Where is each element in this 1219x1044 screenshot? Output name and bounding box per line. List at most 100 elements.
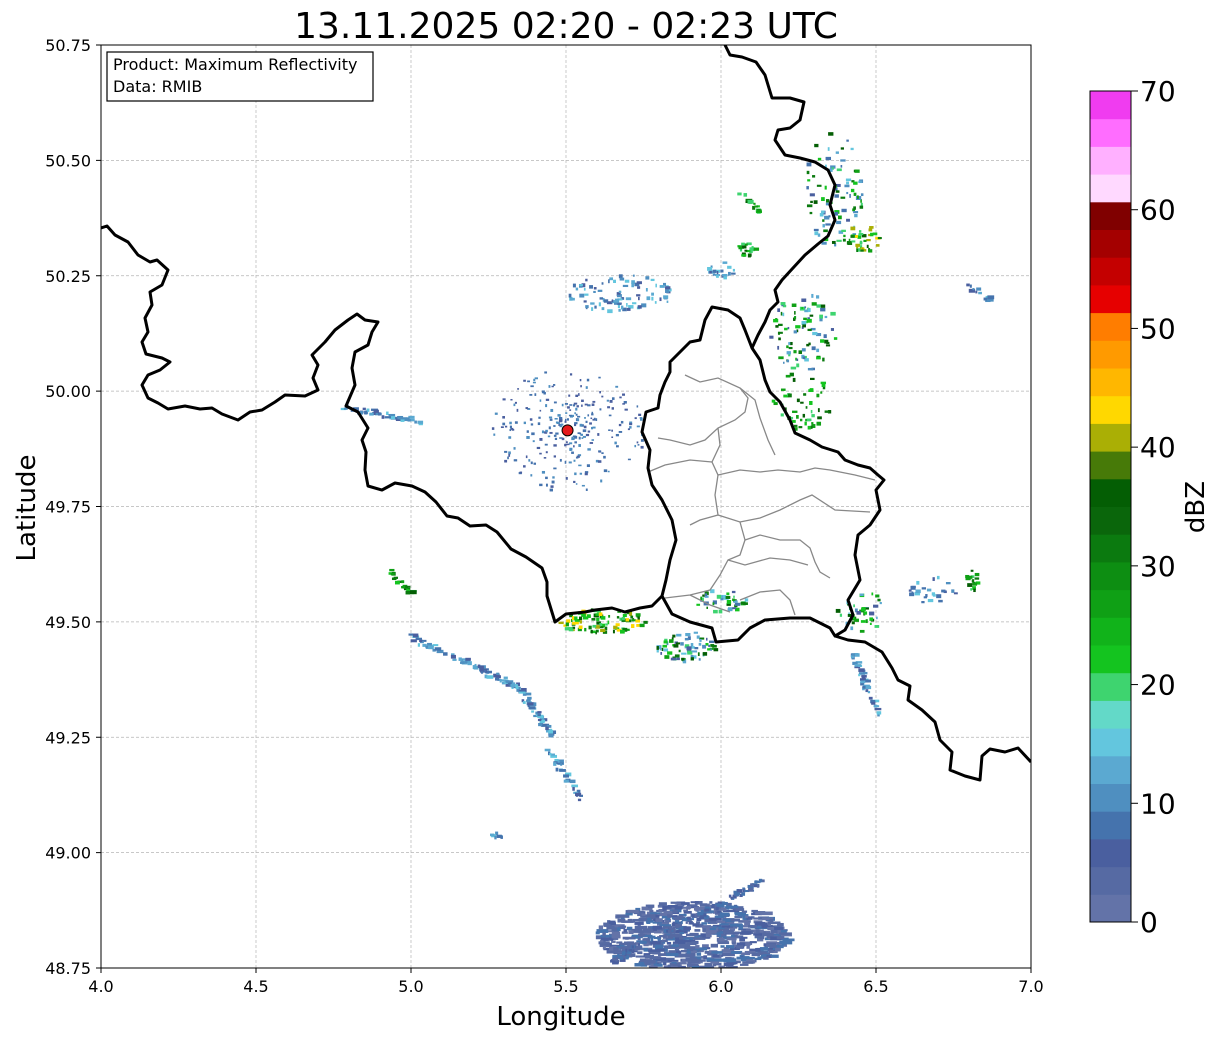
echo-pixel: [618, 423, 622, 427]
echo-pixel: [530, 423, 534, 426]
echo-pixel: [607, 470, 610, 473]
echo-pixel: [836, 168, 842, 172]
echo-pixel: [796, 358, 799, 362]
echo-pixel: [872, 232, 878, 236]
echo-pixel: [794, 311, 796, 315]
echo-pixel: [608, 920, 616, 924]
echo-pixel: [741, 892, 746, 896]
echo-pixel: [763, 956, 769, 960]
echo-pixel: [936, 594, 942, 599]
echo-pixel: [812, 331, 818, 336]
echo-pixel: [373, 409, 379, 413]
echo-pixel: [807, 179, 811, 182]
echo-pixel: [655, 918, 663, 923]
echo-pixel: [523, 379, 526, 382]
echo-pixel: [835, 151, 839, 154]
echo-pixel: [553, 762, 557, 766]
colorbar-bin: [1090, 894, 1131, 923]
echo-pixel: [624, 279, 630, 283]
echo-pixel: [827, 147, 830, 151]
echo-pixel: [806, 343, 810, 347]
echo-pixel: [545, 404, 548, 408]
echo-pixel: [849, 193, 851, 198]
map-plot-area[interactable]: Product: Maximum Reflectivity Data: RMIB: [100, 44, 1032, 973]
echo-pixel: [564, 627, 569, 631]
echo-pixel: [862, 685, 866, 689]
echo-pixel: [579, 472, 583, 475]
echo-pixel: [578, 436, 581, 440]
echo-pixel: [909, 592, 915, 597]
echo-pixel: [836, 220, 842, 225]
echo-pixel: [552, 476, 555, 479]
echo-pixel: [861, 607, 866, 612]
echo-pixel: [798, 426, 803, 429]
echo-pixel: [629, 612, 633, 617]
echo-pixel: [640, 445, 644, 449]
echo-pixel: [801, 348, 806, 352]
echo-pixel: [646, 296, 651, 301]
echo-pixel: [645, 276, 650, 280]
echo-pixel: [786, 359, 790, 363]
echo-pixel: [705, 964, 712, 967]
echo-pixel: [507, 456, 509, 460]
echo-pixel: [921, 601, 925, 604]
echo-pixel: [598, 376, 601, 379]
echo-pixel: [417, 420, 424, 424]
echo-pixel: [560, 423, 564, 426]
echo-pixel: [746, 944, 750, 949]
echo-pixel: [688, 920, 693, 925]
echo-pixel: [938, 599, 943, 603]
echo-pixel: [692, 923, 700, 927]
echo-pixel: [816, 421, 822, 426]
echo-pixel: [623, 928, 627, 932]
echo-pixel: [674, 902, 682, 905]
echo-pixel: [585, 488, 588, 491]
echo-pixel: [533, 462, 537, 465]
echo-pixel: [583, 425, 587, 429]
echo-pixel: [553, 434, 557, 437]
echo-pixel: [857, 195, 859, 199]
echo-pixel: [621, 617, 625, 621]
echo-pixel: [641, 940, 647, 944]
echo-pixel: [854, 653, 860, 657]
echo-pixel: [653, 936, 659, 940]
echo-pixel: [596, 617, 600, 621]
echo-pixel: [601, 307, 605, 311]
echo-pixel: [586, 614, 591, 618]
x-tick-label: 7.0: [1018, 977, 1043, 996]
echo-pixel: [510, 398, 513, 401]
echo-pixel: [710, 961, 720, 964]
echo-pixel: [731, 590, 736, 594]
echo-pixel: [811, 422, 814, 425]
echo-pixel: [730, 923, 743, 927]
echo-pixel: [859, 593, 864, 597]
echo-pixel: [592, 400, 596, 403]
echo-pixel: [854, 169, 860, 173]
echo-pixel: [667, 651, 673, 655]
echo-pixel: [577, 415, 581, 418]
echo-pixel: [665, 289, 670, 293]
echo-pixel: [505, 680, 510, 683]
echo-pixel: [915, 589, 921, 594]
echo-pixel: [613, 950, 624, 953]
radar-map-figure: 13.11.2025 02:20 - 02:23 UTC Product: Ma…: [0, 0, 1219, 1040]
echo-pixel: [619, 277, 625, 281]
echo-pixel: [819, 314, 824, 319]
echo-pixel: [718, 937, 725, 942]
echo-pixel: [637, 937, 641, 941]
echo-pixel: [722, 273, 728, 277]
echo-pixel: [565, 622, 569, 627]
echo-pixel: [807, 308, 811, 313]
colorbar-bin: [1090, 672, 1131, 701]
echo-pixel: [601, 452, 604, 455]
echo-pixel: [811, 346, 816, 351]
colorbar-bin: [1090, 561, 1131, 591]
echo-pixel: [649, 956, 661, 960]
echo-pixel: [871, 592, 874, 596]
echo-pixel: [600, 616, 606, 620]
echo-pixel: [726, 937, 737, 941]
echo-pixel: [801, 298, 807, 302]
echo-pixel: [868, 228, 873, 232]
echo-pixel: [802, 356, 806, 360]
echo-pixel: [860, 680, 866, 684]
